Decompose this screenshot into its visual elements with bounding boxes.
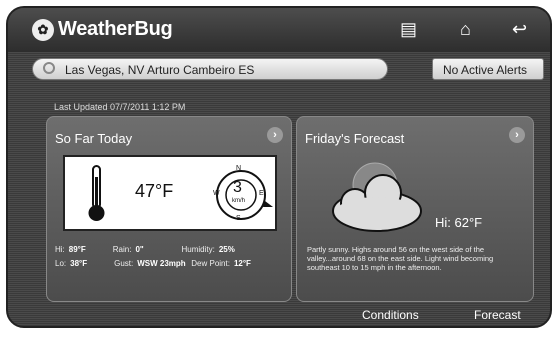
location-bar[interactable]: Las Vegas, NV Arturo Cambeiro ES — [32, 58, 388, 80]
app-header: ✿ WeatherBug ▤ ⌂ ↩ — [8, 8, 550, 52]
dew-value: 12°F — [233, 259, 251, 268]
location-icon — [43, 62, 55, 74]
wind-speed: 3 — [233, 179, 242, 196]
forecast-panel[interactable]: Friday's Forecast › Hi: 62°F Partly sunn… — [296, 116, 534, 302]
current-temperature: 47°F — [135, 181, 174, 201]
app-logo: ✿ WeatherBug — [32, 18, 173, 41]
back-icon[interactable]: ↩ — [512, 20, 527, 38]
current-conditions-box: 47°F N S E W 3 km/h — [63, 155, 277, 231]
notes-icon[interactable]: ▤ — [400, 20, 417, 38]
alerts-button[interactable]: No Active Alerts — [432, 58, 544, 80]
daily-stats: Hi: 89°F Rain: 0" Humidity: 25% Lo: 38°F… — [55, 243, 295, 271]
last-updated: Last Updated 07/7/2011 1:12 PM — [54, 102, 186, 112]
thermometer-icon — [88, 165, 105, 221]
lo-value: 38°F — [70, 259, 88, 268]
lo-label: Lo: — [55, 259, 67, 268]
home-icon[interactable]: ⌂ — [460, 20, 471, 38]
humidity-value: 25% — [218, 245, 235, 254]
chevron-right-icon[interactable]: › — [509, 127, 525, 143]
forecast-description: Partly sunny. Highs around 56 on the wes… — [307, 245, 494, 272]
app-title: WeatherBug — [58, 18, 173, 40]
so-far-today-panel[interactable]: So Far Today › 47°F N S E W 3 km/h Hi: 8… — [46, 116, 292, 302]
compass-south: S — [236, 215, 241, 222]
partly-sunny-icon — [332, 162, 422, 232]
compass-north: N — [236, 165, 242, 172]
app-frame: ✿ WeatherBug ▤ ⌂ ↩ Las Vegas, NV Arturo … — [6, 6, 552, 328]
hi-label: Hi: — [55, 245, 65, 254]
so-far-today-title: So Far Today — [55, 131, 133, 146]
rain-value: 0" — [135, 245, 144, 254]
humidity-label: Humidity: — [181, 245, 215, 254]
hi-value: 89°F — [68, 245, 86, 254]
forecast-title: Friday's Forecast — [305, 131, 405, 146]
location-label: Las Vegas, NV Arturo Cambeiro ES — [65, 63, 255, 77]
dew-label: Dew Point: — [191, 259, 230, 268]
forecast-high: Hi: 62°F — [435, 215, 483, 230]
gust-label: Gust: — [114, 259, 134, 268]
chevron-right-icon[interactable]: › — [267, 127, 283, 143]
gust-value: WSW 23mph — [137, 259, 186, 268]
weatherbug-icon: ✿ — [32, 18, 54, 41]
tab-conditions[interactable]: Conditions — [362, 308, 419, 322]
tab-forecast[interactable]: Forecast — [474, 308, 521, 322]
rain-label: Rain: — [112, 245, 132, 254]
compass-west: W — [213, 190, 220, 197]
wind-unit: km/h — [232, 198, 246, 204]
compass-east: E — [259, 190, 264, 197]
alerts-label: No Active Alerts — [443, 63, 528, 77]
